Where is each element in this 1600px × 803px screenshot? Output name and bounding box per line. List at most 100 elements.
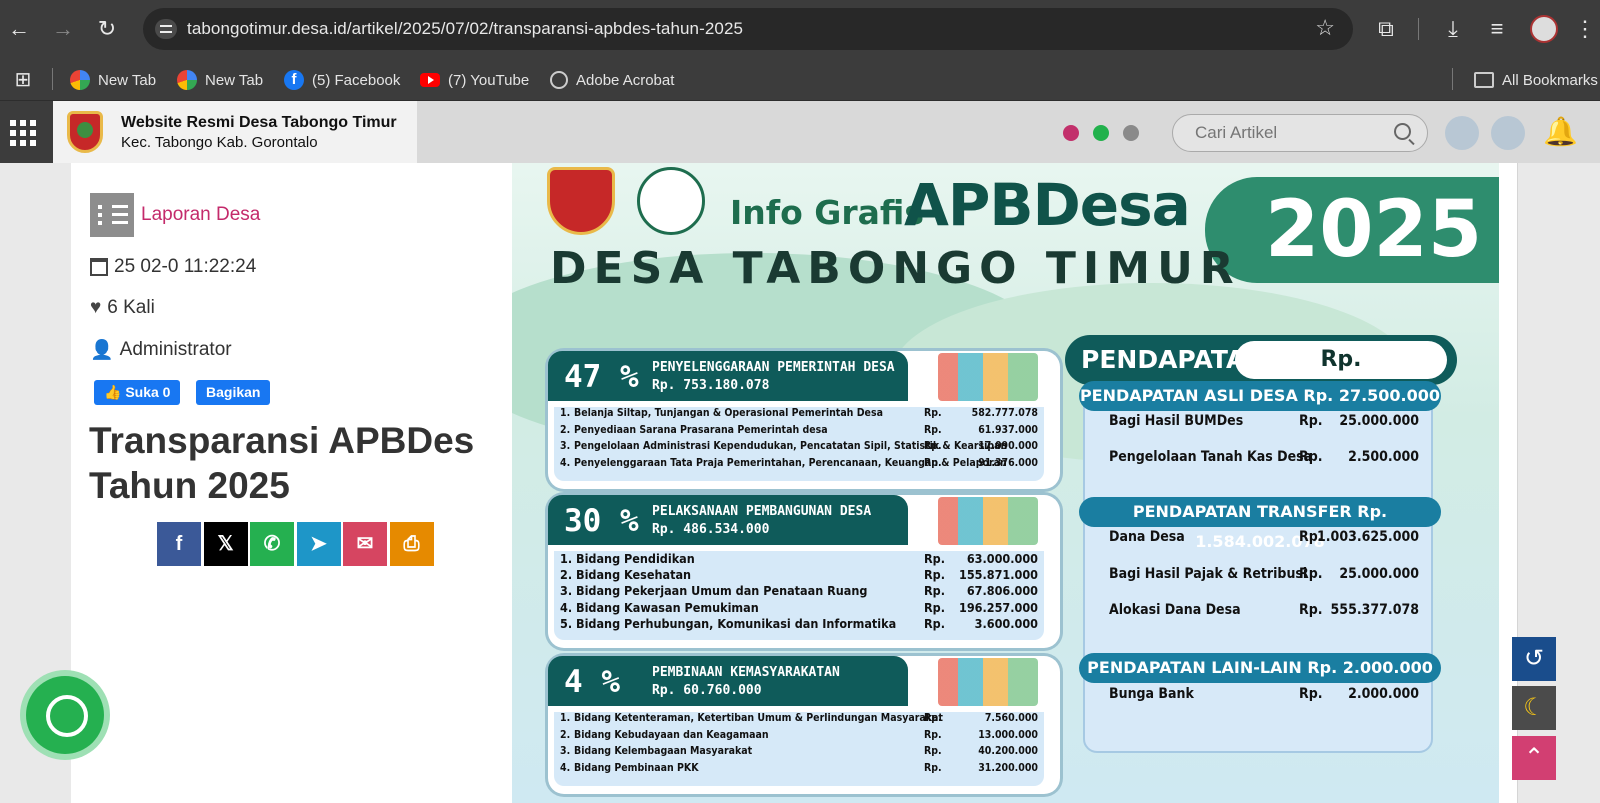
- whatsapp-share-button[interactable]: ✆: [250, 522, 294, 566]
- item-number: 3.: [560, 583, 573, 599]
- category-link[interactable]: Laporan Desa: [141, 204, 260, 226]
- item-value: 40.200.000: [978, 745, 1038, 757]
- bookmark-youtube[interactable]: (7) YouTube: [420, 68, 529, 92]
- item-value: 25.000.000: [1339, 566, 1419, 582]
- pendapatan-total: Rp. 1.613.502.078: [1235, 341, 1447, 410]
- belanja-item-row: 3. Bidang Kelembagaan Masyarakat Rp. 40.200…: [554, 745, 1044, 762]
- menu-grid-icon[interactable]: [0, 101, 53, 163]
- stats-icon[interactable]: [1491, 116, 1525, 150]
- bookmarks-divider: [52, 68, 53, 90]
- regency-logo: [547, 167, 615, 235]
- browser-toolbar: ← → ↻ tabongotimur.desa.id/artikel/2025/…: [0, 0, 1600, 58]
- belanja-name: PENYELENGGARAAN PEMERINTAH DESA: [652, 360, 895, 375]
- belanja-items: 1. Bidang Pendidikan Rp. 63.000.000 2. Bidang…: [554, 551, 1044, 640]
- item-currency: Rp.: [1299, 566, 1323, 582]
- all-bookmarks[interactable]: All Bookmarks: [1474, 68, 1598, 92]
- extensions-icon[interactable]: ⧉: [1373, 16, 1399, 42]
- theme-dot-pink[interactable]: [1063, 125, 1079, 141]
- item-name: Dana Desa: [1109, 529, 1185, 545]
- scroll-top-icon[interactable]: ⌃: [1512, 736, 1556, 780]
- item-name: Bagi Hasil Pajak & Retribusi: [1109, 566, 1308, 582]
- pendapatan-section-header: PENDAPATAN LAIN-LAIN Rp. 2.000.000: [1079, 653, 1441, 683]
- item-name: Bidang Pekerjaan Umum dan Penataan Ruang: [576, 583, 868, 599]
- facebook-icon: f: [175, 533, 183, 555]
- village-logo: [67, 111, 103, 153]
- bookmarks-divider: [1452, 68, 1453, 90]
- lock-icon[interactable]: [1445, 116, 1479, 150]
- belanja-item-row: 5. Bidang Perhubungan, Komunikasi dan Inf…: [554, 616, 1044, 632]
- pendapatan-body: PENDAPATAN ASLI DESA Rp. 27.500.000 Bagi …: [1079, 381, 1441, 753]
- fb-like-button[interactable]: 👍 Suka 0: [94, 380, 181, 405]
- search-icon[interactable]: [1394, 123, 1411, 140]
- url-text[interactable]: tabongotimur.desa.id/artikel/2025/07/02/…: [187, 19, 743, 39]
- site-brand[interactable]: Website Resmi Desa Tabongo Timur Kec. Ta…: [53, 101, 417, 163]
- print-share-button[interactable]: ⎙: [389, 522, 434, 566]
- pendapatan-section-header: PENDAPATAN ASLI DESA Rp. 27.500.000: [1079, 381, 1441, 411]
- fb-share-button[interactable]: Bagikan: [196, 380, 271, 405]
- bookmark-label: New Tab: [205, 71, 264, 89]
- list-icon: [90, 193, 134, 237]
- bookmark-new-tab-2[interactable]: New Tab: [177, 68, 263, 92]
- building-illustration: [938, 353, 1038, 401]
- folder-icon: [1474, 72, 1494, 88]
- email-share-button[interactable]: ✉: [343, 522, 387, 566]
- infographic-label: Info Grafis: [730, 193, 925, 232]
- item-currency: Rp.: [924, 583, 945, 599]
- item-currency: Rp.: [1299, 413, 1323, 429]
- belanja-percent: 47 %: [564, 359, 639, 395]
- profile-avatar[interactable]: [1530, 15, 1558, 43]
- theme-dot-green[interactable]: [1093, 125, 1109, 141]
- item-name: Alokasi Dana Desa: [1109, 602, 1241, 618]
- search-box[interactable]: [1172, 114, 1428, 152]
- bookmark-facebook[interactable]: f (5) Facebook: [284, 68, 400, 92]
- belanja-name: PELAKSANAAN PEMBANGUNAN DESA: [652, 504, 872, 519]
- pendapatan-item-row: Bunga Bank Rp. 2.000.000: [1109, 686, 1419, 702]
- site-info-icon[interactable]: [155, 19, 177, 39]
- forward-icon[interactable]: →: [50, 16, 76, 42]
- article-title: Transparansi APBDes Tahun 2025: [89, 420, 475, 506]
- belanja-panel: 4 % PEMBINAAN KEMASYARAKATAN Rp. 60.760.00…: [548, 656, 1060, 794]
- bookmark-new-tab-1[interactable]: New Tab: [70, 68, 156, 92]
- item-value: 2.000.000: [1348, 686, 1419, 702]
- apps-grid-icon[interactable]: ⊞: [10, 67, 36, 93]
- moon-icon[interactable]: ☾: [1512, 686, 1556, 730]
- bookmark-label: Adobe Acrobat: [576, 71, 675, 89]
- facebook-share-button[interactable]: f: [157, 522, 201, 566]
- author-text: Administrator: [119, 339, 232, 360]
- item-number: 2.: [560, 567, 573, 583]
- pendapatan-item-row: Bagi Hasil BUMDes Rp. 25.000.000: [1109, 413, 1419, 429]
- pendapatan-header: PENDAPATAN Rp. 1.613.502.078: [1065, 335, 1457, 410]
- item-name: Bidang Kebudayaan dan Keagamaan: [574, 728, 769, 741]
- x-share-button[interactable]: 𝕏: [203, 522, 248, 566]
- undo-icon[interactable]: ↺: [1512, 637, 1556, 681]
- youtube-icon: [420, 73, 440, 87]
- belanja-item-row: 3. Bidang Pekerjaan Umum dan Penataan Rua…: [554, 583, 1044, 599]
- theme-dot-gray[interactable]: [1123, 125, 1139, 141]
- item-number: 4.: [560, 456, 571, 469]
- bookmark-adobe-acrobat[interactable]: Adobe Acrobat: [550, 68, 674, 92]
- bell-icon[interactable]: 🔔: [1543, 115, 1578, 147]
- address-bar[interactable]: tabongotimur.desa.id/artikel/2025/07/02/…: [143, 8, 1353, 50]
- item-number: 4.: [560, 761, 571, 774]
- item-currency: Rp.: [924, 407, 942, 419]
- more-menu-icon[interactable]: ⋮: [1572, 16, 1598, 42]
- back-icon[interactable]: ←: [6, 16, 32, 42]
- reload-icon[interactable]: ↻: [94, 16, 120, 42]
- item-value: 555.377.078: [1330, 602, 1419, 618]
- download-icon[interactable]: ⤓: [1440, 16, 1466, 42]
- bookmarks-bar: ⊞ New Tab New Tab f (5) Facebook (7) YouT…: [0, 58, 1600, 101]
- media-icon[interactable]: ≡: [1484, 16, 1510, 42]
- user-icon: 👤: [90, 340, 114, 361]
- item-value: 67.806.000: [966, 583, 1038, 599]
- search-input[interactable]: [1195, 123, 1385, 143]
- whatsapp-float-button[interactable]: [26, 676, 104, 754]
- telegram-share-button[interactable]: ➤: [296, 522, 341, 566]
- google-icon: [70, 70, 90, 90]
- item-name: Bidang Ketenteraman, Ketertiban Umum & P…: [574, 712, 943, 724]
- facebook-icon: f: [284, 70, 304, 90]
- whatsapp-icon: ✆: [263, 533, 281, 555]
- item-number: 3.: [560, 440, 571, 452]
- item-value: 1.003.625.000: [1317, 529, 1419, 545]
- apbdesa-title: APBDesa: [904, 171, 1191, 239]
- bookmark-star-icon[interactable]: ☆: [1315, 15, 1335, 41]
